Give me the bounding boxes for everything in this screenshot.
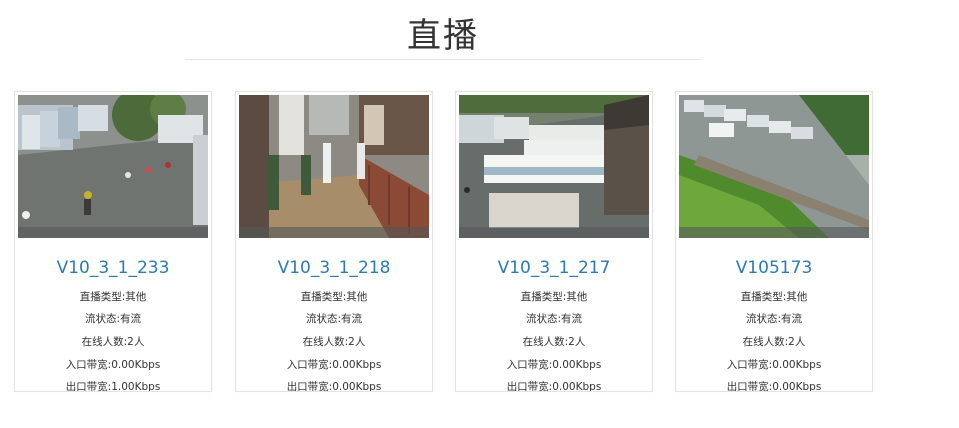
outbound-bandwidth: 出口带宽:0.00Kbps <box>286 381 382 392</box>
page-title: 直播 <box>407 16 479 56</box>
stream-type: 直播类型:其他 <box>79 291 147 303</box>
online-count: 在线人数:2人 <box>522 336 586 348</box>
stream-card[interactable]: V10_3_1_218 直播类型:其他 流状态:有流 在线人数:2人 入口带宽:… <box>235 91 433 392</box>
stream-status: 流状态:有流 <box>305 313 363 325</box>
stream-type: 直播类型:其他 <box>740 291 808 303</box>
outbound-bandwidth: 出口带宽:0.00Kbps <box>506 381 602 392</box>
stream-name-link[interactable]: V105173 <box>676 258 872 278</box>
inbound-bandwidth: 入口带宽:0.00Kbps <box>65 359 161 371</box>
stream-status: 流状态:有流 <box>84 313 142 325</box>
stream-status: 流状态:有流 <box>525 313 583 325</box>
stream-thumbnail[interactable] <box>459 95 649 238</box>
stream-thumbnail[interactable] <box>679 95 869 238</box>
online-count: 在线人数:2人 <box>81 336 145 348</box>
online-count: 在线人数:2人 <box>742 336 806 348</box>
stream-card[interactable]: V10_3_1_217 直播类型:其他 流状态:有流 在线人数:2人 入口带宽:… <box>455 91 653 392</box>
stream-status: 流状态:有流 <box>745 313 803 325</box>
inbound-bandwidth: 入口带宽:0.00Kbps <box>726 359 822 371</box>
title-divider <box>185 59 702 60</box>
stream-type: 直播类型:其他 <box>520 291 588 303</box>
inbound-bandwidth: 入口带宽:0.00Kbps <box>286 359 382 371</box>
inbound-bandwidth: 入口带宽:0.00Kbps <box>506 359 602 371</box>
stream-name-link[interactable]: V10_3_1_233 <box>15 258 211 278</box>
outbound-bandwidth: 出口带宽:1.00Kbps <box>65 381 161 392</box>
outbound-bandwidth: 出口带宽:0.00Kbps <box>726 381 822 392</box>
stream-name-link[interactable]: V10_3_1_217 <box>456 258 652 278</box>
stream-thumbnail[interactable] <box>239 95 429 238</box>
stream-thumbnail[interactable] <box>18 95 208 238</box>
stream-card[interactable]: V10_3_1_233 直播类型:其他 流状态:有流 在线人数:2人 入口带宽:… <box>14 91 212 392</box>
stream-type: 直播类型:其他 <box>300 291 368 303</box>
online-count: 在线人数:2人 <box>302 336 366 348</box>
stream-card[interactable]: V105173 直播类型:其他 流状态:有流 在线人数:2人 入口带宽:0.00… <box>675 91 873 392</box>
stream-name-link[interactable]: V10_3_1_218 <box>236 258 432 278</box>
